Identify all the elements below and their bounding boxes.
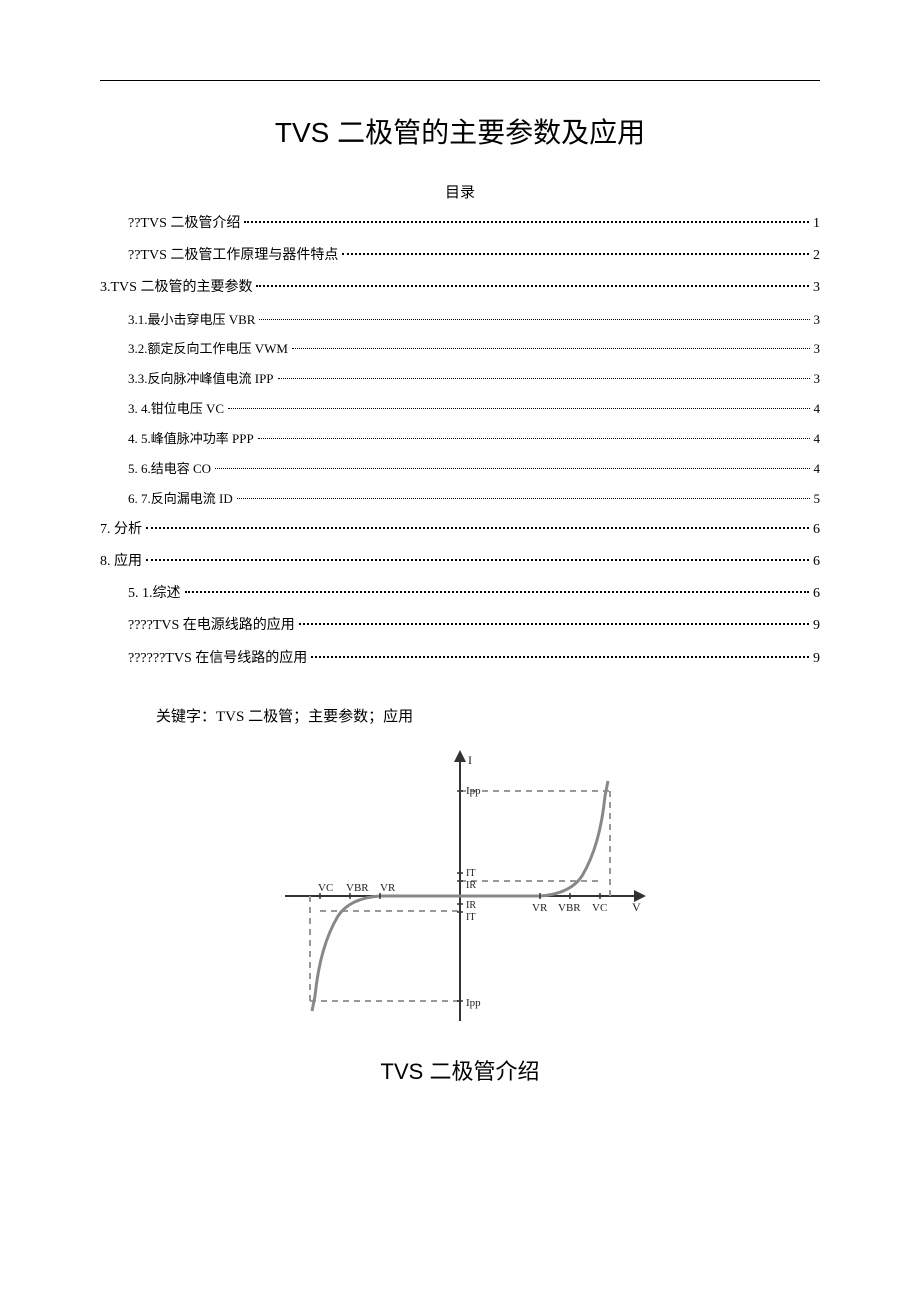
svg-text:VC: VC (318, 882, 333, 894)
toc-entry-page: 3 (814, 334, 821, 364)
toc-entry-label: 5. 6.结电容 CO (128, 454, 211, 484)
toc-leader-dots (278, 378, 810, 379)
toc-entry: ??TVS 二极管介绍 1 (100, 208, 820, 240)
toc-leader-dots (244, 221, 809, 223)
toc-leader-dots (299, 623, 809, 625)
toc-entry-label: ??TVS 二极管工作原理与器件特点 (128, 240, 338, 272)
toc-entry-label: 3.3.反向脉冲峰值电流 IPP (128, 364, 274, 394)
svg-text:Ipp: Ipp (466, 997, 481, 1009)
axis-label-v: V (632, 900, 641, 914)
toc-leader-dots (256, 285, 809, 287)
toc-leader-dots (292, 348, 810, 349)
toc-entry-label: 3.TVS 二极管的主要参数 (100, 272, 252, 304)
toc-entry-page: 4 (814, 394, 821, 424)
toc-leader-dots (259, 319, 809, 320)
toc-entry: 3.2.额定反向工作电压 VWM 3 (100, 334, 820, 364)
toc-entry: ??????TVS 在信号线路的应用 9 (100, 643, 820, 675)
toc-leader-dots (146, 527, 809, 529)
toc-leader-dots (342, 253, 809, 255)
svg-text:IR: IR (466, 900, 476, 911)
toc-entry-page: 1 (813, 208, 820, 240)
toc-entry: ??TVS 二极管工作原理与器件特点 2 (100, 240, 820, 272)
section-heading-intro: TVS 二极管介绍 (100, 1054, 820, 1086)
keywords-line: 关键字：TVS 二极管；主要参数；应用 (156, 705, 820, 726)
page-title: TVS 二极管的主要参数及应用 (100, 111, 820, 151)
toc-leader-dots (311, 656, 809, 658)
toc-entry: 3.1.最小击穿电压 VBR 3 (100, 305, 820, 335)
toc-entry: 3. 4.钳位电压 VC 4 (100, 394, 820, 424)
toc-entry-label: 4. 5.峰值脉冲功率 PPP (128, 424, 254, 454)
toc-entry: 6. 7.反向漏电流 ID 5 (100, 484, 820, 514)
svg-text:IT: IT (466, 912, 475, 923)
table-of-contents: ??TVS 二极管介绍1??TVS 二极管工作原理与器件特点23.TVS 二极管… (100, 208, 820, 675)
toc-entry-page: 4 (814, 424, 821, 454)
toc-entry-label: 3.2.额定反向工作电压 VWM (128, 334, 288, 364)
toc-entry-page: 6 (813, 578, 820, 610)
toc-entry-label: 3. 4.钳位电压 VC (128, 394, 224, 424)
toc-entry-page: 2 (813, 240, 820, 272)
toc-leader-dots (215, 468, 809, 469)
toc-entry-page: 6 (813, 514, 820, 546)
svg-text:VC: VC (592, 902, 607, 914)
toc-entry: 4. 5.峰值脉冲功率 PPP 4 (100, 424, 820, 454)
iv-curve-diagram: I V Ipp Ipp IT IR IR IT VR VBR VC VC VBR… (100, 746, 820, 1036)
toc-entry-label: ????TVS 在电源线路的应用 (128, 610, 295, 642)
svg-text:IR: IR (466, 880, 476, 891)
toc-entry: 3.TVS 二极管的主要参数 3 (100, 272, 820, 304)
toc-entry-label: 6. 7.反向漏电流 ID (128, 484, 233, 514)
toc-entry-page: 9 (813, 610, 820, 642)
toc-leader-dots (185, 591, 810, 593)
horizontal-rule (100, 80, 820, 81)
toc-entry-page: 6 (813, 546, 820, 578)
toc-entry-page: 9 (813, 643, 820, 675)
toc-entry-label: 3.1.最小击穿电压 VBR (128, 305, 255, 335)
toc-entry: ????TVS 在电源线路的应用 9 (100, 610, 820, 642)
toc-entry-page: 5 (814, 484, 821, 514)
toc-entry-label: 8. 应用 (100, 546, 142, 578)
toc-caption: 目录 (100, 181, 820, 202)
toc-leader-dots (258, 438, 810, 439)
toc-entry-page: 3 (814, 305, 821, 335)
axis-label-i: I (468, 753, 472, 767)
toc-entry: 8. 应用 6 (100, 546, 820, 578)
toc-leader-dots (146, 559, 809, 561)
toc-entry-page: 3 (814, 364, 821, 394)
toc-entry-label: ??TVS 二极管介绍 (128, 208, 240, 240)
svg-text:Ipp: Ipp (466, 785, 481, 797)
svg-text:VR: VR (380, 882, 396, 894)
toc-entry-label: ??????TVS 在信号线路的应用 (128, 643, 307, 675)
svg-text:VBR: VBR (558, 902, 581, 914)
toc-entry: 3.3.反向脉冲峰值电流 IPP 3 (100, 364, 820, 394)
svg-text:IT: IT (466, 868, 475, 879)
toc-entry-page: 4 (814, 454, 821, 484)
toc-entry-label: 5. 1.综述 (128, 578, 181, 610)
toc-entry: 5. 1.综述 6 (100, 578, 820, 610)
svg-text:VBR: VBR (346, 882, 369, 894)
toc-leader-dots (228, 408, 809, 409)
toc-entry: 7. 分析 6 (100, 514, 820, 546)
toc-entry-page: 3 (813, 272, 820, 304)
svg-text:VR: VR (532, 902, 548, 914)
toc-entry-label: 7. 分析 (100, 514, 142, 546)
toc-leader-dots (237, 498, 810, 499)
toc-entry: 5. 6.结电容 CO 4 (100, 454, 820, 484)
